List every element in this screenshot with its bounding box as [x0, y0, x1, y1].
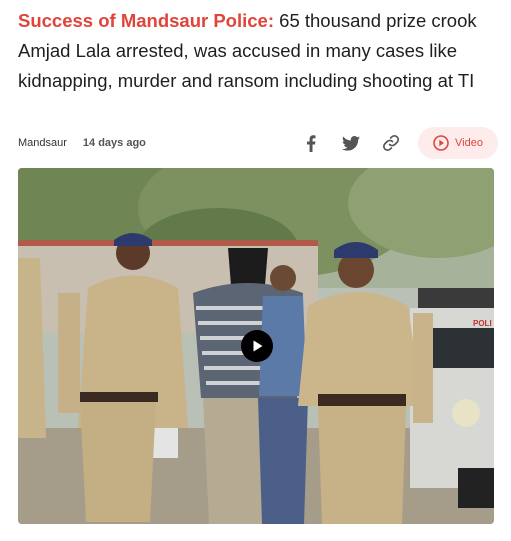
play-icon — [253, 340, 263, 352]
link-icon[interactable] — [378, 130, 404, 156]
article-video-thumbnail[interactable]: POLI — [18, 168, 494, 524]
vehicle-label: POLI — [473, 319, 492, 328]
publish-time: 14 days ago — [82, 137, 146, 149]
video-button-label: Video — [455, 137, 483, 149]
video-button[interactable]: Video — [418, 127, 498, 159]
twitter-icon[interactable] — [338, 130, 364, 156]
play-circle-icon — [433, 135, 449, 151]
play-button[interactable] — [241, 330, 273, 362]
facebook-icon[interactable] — [298, 130, 324, 156]
headline-kicker: Success of Mandsaur Police: — [18, 10, 275, 31]
share-bar: Video — [284, 127, 498, 159]
location-tag[interactable]: Mandsaur — [18, 137, 67, 149]
article-headline[interactable]: Success of Mandsaur Police: 65 thousand … — [18, 6, 498, 96]
article-meta-row: Mandsaur 14 days ago Video — [18, 125, 498, 161]
